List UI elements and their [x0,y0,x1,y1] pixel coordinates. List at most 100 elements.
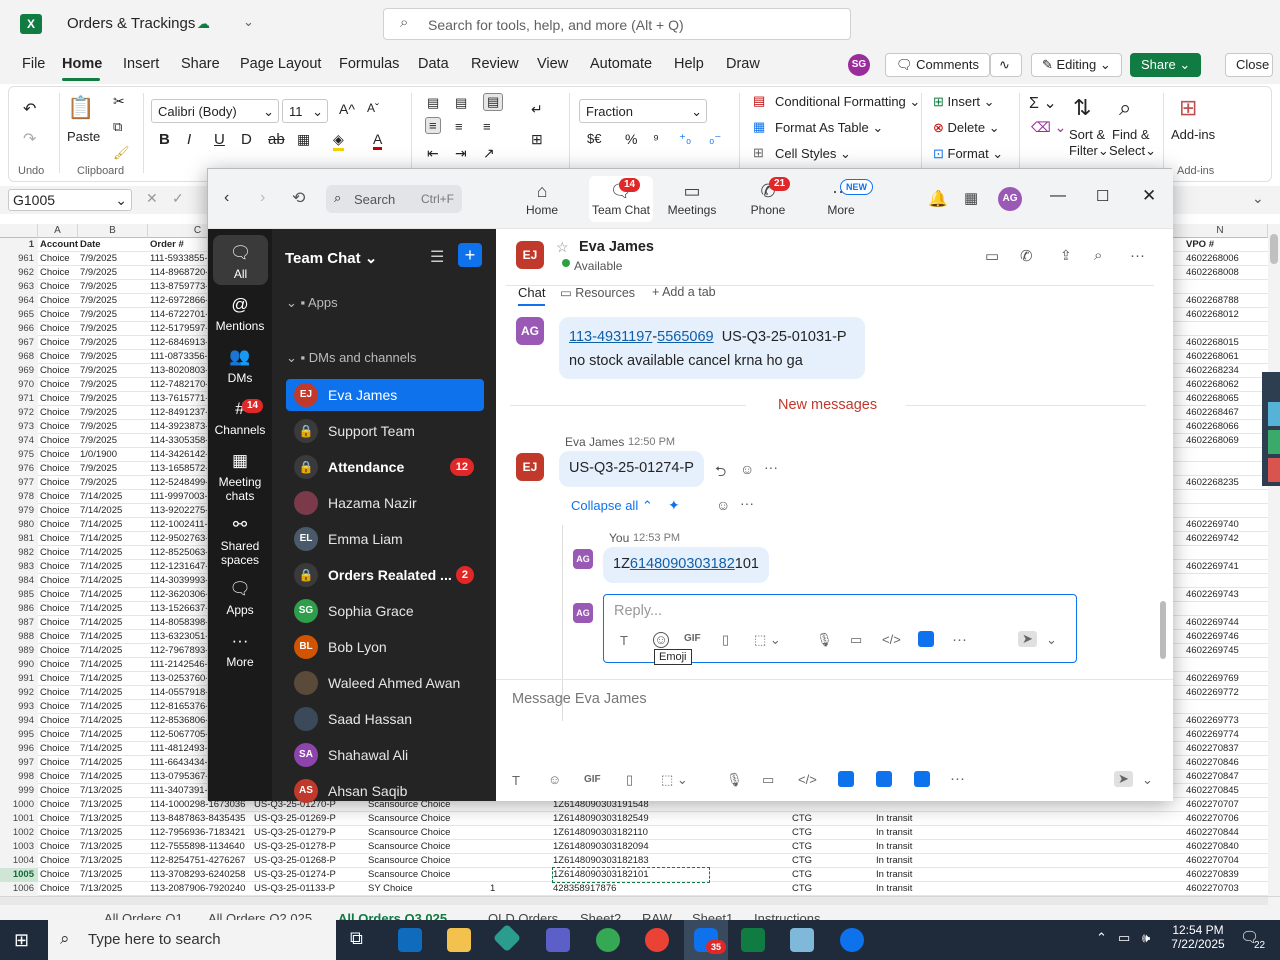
cell-order[interactable]: 114-3426142- [150,448,208,462]
cell-date[interactable]: 7/14/2025 [80,574,146,588]
cell-account[interactable]: Choice [40,406,78,420]
cell-date[interactable]: 7/14/2025 [80,602,146,616]
cell-account[interactable]: Choice [40,434,78,448]
cell-po[interactable]: US-Q3-25-01268-P [254,854,364,868]
comma-icon[interactable]: ⁹ [653,131,659,147]
cell-vpo[interactable]: 4602270703 [1186,882,1266,896]
increase-indent-icon[interactable]: ⇥ [455,145,467,162]
row-number[interactable]: 964 [0,294,38,308]
chevron-down-icon[interactable]: ⌄ [243,14,254,30]
cell-styles-button[interactable]: Cell Styles ⌄ [775,146,851,162]
align-center-icon[interactable]: ≡ [455,119,463,134]
reply-icon[interactable]: ⮌ [715,461,726,485]
row-number[interactable]: 1 [0,238,38,252]
cell-order[interactable]: 112-6846913- [150,336,208,350]
video-clip-icon[interactable]: ▭ [762,772,774,788]
cell-account[interactable]: Choice [40,532,78,546]
align-top-icon[interactable]: ▤ [427,95,439,111]
cell-date[interactable]: 7/9/2025 [80,420,146,434]
align-middle-icon[interactable]: ▤ [455,95,467,111]
row-number[interactable]: 986 [0,602,38,616]
share-screen-icon[interactable]: ⇪ [1060,247,1072,264]
row-number[interactable]: 979 [0,504,38,518]
channel-item[interactable]: 🔒 Support Team [286,415,484,447]
cell-vpo[interactable]: 4602270846 [1186,756,1266,770]
app-icon[interactable] [838,771,854,787]
cell-date[interactable]: 7/9/2025 [80,434,146,448]
cell-vpo[interactable]: 4602270847 [1186,770,1266,784]
cell-vpo[interactable]: 4602269774 [1186,728,1266,742]
cell-carrier[interactable]: CTG [792,812,872,826]
cell-order[interactable]: 113-0795367- [150,770,208,784]
cell-account[interactable]: Choice [40,336,78,350]
row-number[interactable]: 962 [0,266,38,280]
decrease-indent-icon[interactable]: ⇤ [427,145,439,162]
cell-date[interactable]: 7/14/2025 [80,644,146,658]
rail-shared-spaces[interactable]: ⚯ Shared spaces [208,515,272,567]
tab-automate[interactable]: Automate [590,56,652,72]
row-number[interactable]: 971 [0,392,38,406]
app-icon[interactable] [876,771,892,787]
cell-date[interactable]: 7/14/2025 [80,616,146,630]
rail-dms[interactable]: 👥 DMs [208,347,272,385]
row-number[interactable]: 999 [0,784,38,798]
gif-icon[interactable]: GIF [684,633,701,644]
windows-start-icon[interactable]: ⊞ [14,930,29,951]
sort-label[interactable]: Sort & [1069,127,1105,142]
cell-carrier[interactable]: CTG [792,882,872,896]
cell-carrier[interactable]: CTG [792,854,872,868]
cell-date[interactable]: 7/14/2025 [80,560,146,574]
cell-order[interactable]: 113-8759773- [150,280,208,294]
tab-file[interactable]: File [22,56,45,72]
cell-vpo[interactable]: 4602269745 [1186,644,1266,658]
ai-summary-icon[interactable]: ✦ [668,497,680,514]
dms-section[interactable]: ⌄ ▪ DMs and channels [286,350,416,366]
cell-account[interactable]: Choice [40,700,78,714]
cell-vpo[interactable]: 4602268012 [1186,308,1266,322]
cell-vpo[interactable]: 4602269743 [1186,588,1266,602]
cell-account[interactable]: Choice [40,546,78,560]
format-cells-button[interactable]: ⊡ Format ⌄ [933,146,1003,162]
cell-status[interactable]: In transit [876,840,956,854]
cell-date[interactable]: 1/0/1900 [80,448,146,462]
row-number[interactable]: 961 [0,252,38,266]
tab-help[interactable]: Help [674,56,704,72]
tray-chevron-icon[interactable]: ⌃ [1096,930,1107,946]
row-number[interactable]: 976 [0,462,38,476]
message-bubble[interactable]: 113-4931197-5565069 US-Q3-25-01031-P no … [559,317,865,379]
merge-icon[interactable]: ⊞ [531,131,543,148]
cell-account[interactable]: Choice [40,490,78,504]
message-link[interactable]: 5565069 [657,329,713,345]
row-number[interactable]: 969 [0,364,38,378]
zoom-search[interactable]: ⌕ Search Ctrl+F [326,185,462,213]
row-number[interactable]: 972 [0,406,38,420]
cell-date[interactable]: 7/14/2025 [80,504,146,518]
tab-view[interactable]: View [537,56,568,72]
cell-account[interactable]: Choice [40,392,78,406]
cell-date[interactable]: 7/14/2025 [80,518,146,532]
app-icon[interactable] [914,771,930,787]
cell-order[interactable]: 112-7482170- [150,378,208,392]
cell-date[interactable]: 7/9/2025 [80,308,146,322]
cell-date[interactable]: 7/9/2025 [80,252,146,266]
side-tab-i[interactable] [1268,458,1280,482]
cell-account[interactable]: Choice [40,742,78,756]
cell-order[interactable]: 112-8254751-4276267 [150,854,250,868]
cell-po[interactable]: US-Q3-25-01278-P [254,840,364,854]
tab-share[interactable]: Share [181,56,220,72]
cell-order[interactable]: 112-6972866- [150,294,208,308]
nav-home[interactable]: ⌂ Home [513,181,571,217]
cell-supplier[interactable]: Scansource Choice [368,826,486,840]
cell-order[interactable]: 113-3708293-6240258 [150,868,250,882]
cell-order[interactable]: 114-6722701- [150,308,208,322]
row-number[interactable]: 978 [0,490,38,504]
cell-status[interactable]: In transit [876,826,956,840]
task-view-icon[interactable]: ⧉ [350,928,363,949]
share-button[interactable]: Share ⌄ [1130,53,1202,77]
cell-date[interactable]: 7/13/2025 [80,882,146,896]
cell-order[interactable]: 111-0873356- [150,350,208,364]
column-header-b[interactable]: B [78,224,148,238]
column-header-n[interactable]: N [1172,224,1268,238]
bold-icon[interactable]: B [159,131,170,148]
cell-date[interactable]: 7/14/2025 [80,770,146,784]
